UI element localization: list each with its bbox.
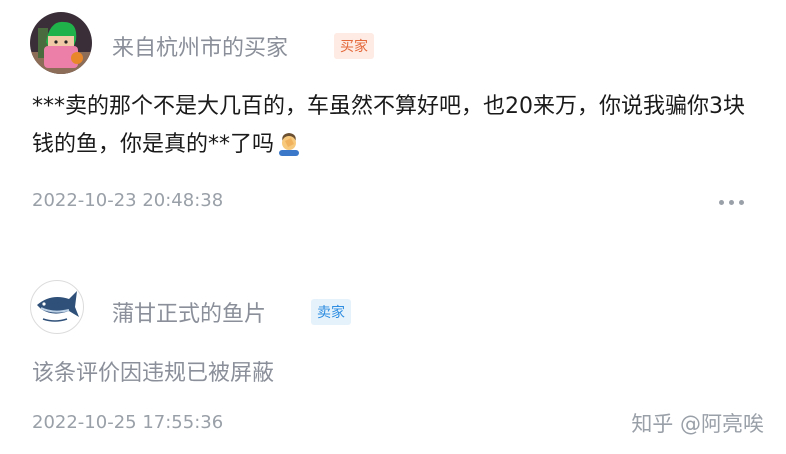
buyer-avatar[interactable] [30,12,92,74]
review-item-buyer: 来自杭州市的买家 买家 ***卖的那个不是大几百的，车虽然不算好吧，也20来万，… [0,0,786,240]
buyer-role-badge: 买家 [334,33,374,59]
review-text-body: ***卖的那个不是大几百的，车虽然不算好吧，也20来万，你说我骗你3块钱的鱼，你… [32,94,745,157]
seller-role-badge: 卖家 [311,299,351,325]
seller-username[interactable]: 蒲甘正式的鱼片 [112,296,266,328]
more-dot [739,200,744,205]
seller-review-timestamp: 2022-10-25 17:55:36 [32,412,224,433]
more-dot [719,200,724,205]
buyer-username[interactable]: 来自杭州市的买家 [112,30,288,62]
more-options-icon[interactable] [719,200,744,205]
buyer-review-timestamp: 2022-10-23 20:48:38 [32,190,224,211]
seller-avatar[interactable] [30,280,84,334]
zhihu-watermark: 知乎 @阿亮唉 [631,412,764,436]
seller-review-removed-text: 该条评价因违规已被屏蔽 [32,361,275,386]
more-dot [729,200,734,205]
buyer-review-text: ***卖的那个不是大几百的，车虽然不算好吧，也20来万，你说我骗你3块钱的鱼，你… [32,88,762,164]
facepalm-emoji-icon [276,130,302,156]
